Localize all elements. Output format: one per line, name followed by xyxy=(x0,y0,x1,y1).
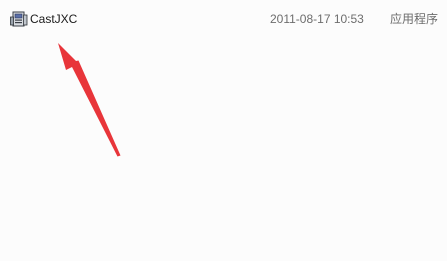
application-icon xyxy=(10,11,28,27)
file-date-modified: 2011-08-17 10:53 xyxy=(270,12,364,26)
file-type: 应用程序 xyxy=(390,12,439,26)
file-row-castjxc[interactable]: CastJXC 2011-08-17 10:53 应用程序 xyxy=(6,9,442,29)
file-name: CastJXC xyxy=(30,12,78,26)
file-list: CastJXC 2011-08-17 10:53 应用程序 xyxy=(0,0,447,261)
